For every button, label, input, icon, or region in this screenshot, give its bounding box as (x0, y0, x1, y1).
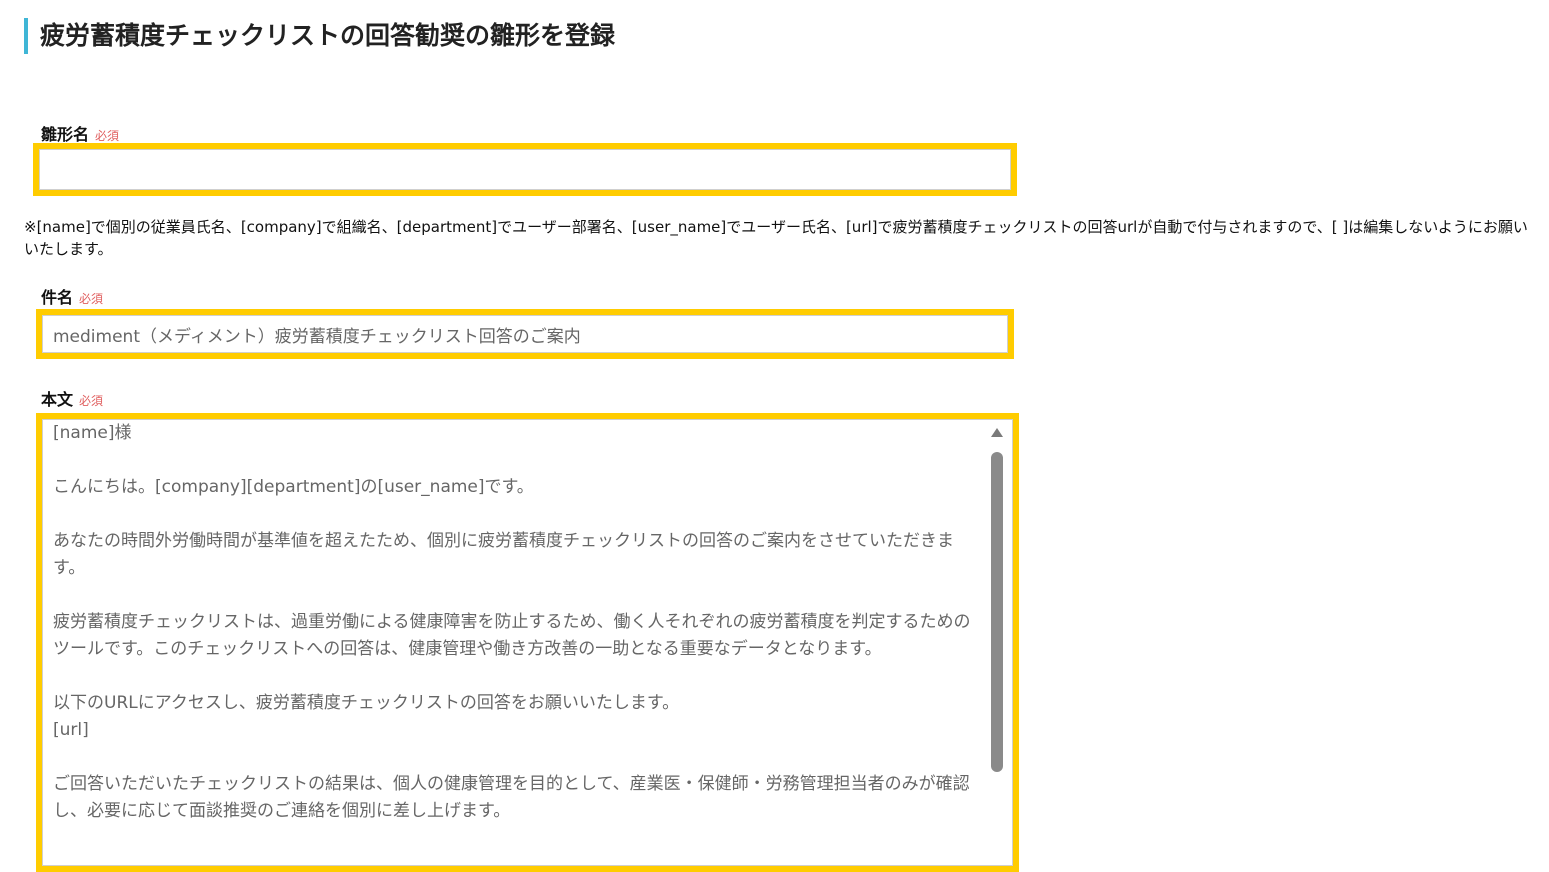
subject-label: 件名 必須 (41, 284, 103, 308)
template-registration-page: 疲労蓄積度チェックリストの回答勧奨の雛形を登録 雛形名 必須 ※[name]で個別… (0, 0, 1549, 872)
subject-input[interactable] (42, 315, 1008, 353)
scroll-up-arrow-icon[interactable] (991, 428, 1003, 437)
subject-label-text: 件名 (41, 288, 74, 307)
required-badge: 必須 (79, 394, 104, 408)
body-line: こんにちは。[company][department]の[user_name]で… (53, 477, 534, 497)
required-badge: 必須 (79, 292, 104, 306)
body-textarea[interactable]: [name]様 こんにちは。[company][department]の[use… (42, 419, 1013, 866)
body-line: [name]様 (53, 423, 132, 443)
body-line: あなたの時間外労働時間が基準値を超えたため、個別に疲労蓄積度チェックリストの回答… (53, 531, 954, 578)
page-title: 疲労蓄積度チェックリストの回答勧奨の雛形を登録 (24, 18, 615, 54)
body-line: [url] (53, 720, 89, 740)
template-name-label: 雛形名 必須 (41, 121, 119, 145)
body-line: 疲労蓄積度チェックリストは、過重労働による健康障害を防止するため、働く人それぞれ… (53, 612, 971, 659)
required-badge: 必須 (95, 129, 120, 143)
body-text: [name]様 こんにちは。[company][department]の[use… (53, 420, 978, 825)
placeholder-note: ※[name]で個別の従業員氏名、[company]で組織名、[departme… (24, 218, 1528, 258)
body-label-text: 本文 (41, 390, 74, 409)
template-name-input[interactable] (39, 149, 1011, 190)
body-line: ご回答いただいたチェックリストの結果は、個人の健康管理を目的として、産業医・保健… (53, 774, 970, 821)
body-line: 以下のURLにアクセスし、疲労蓄積度チェックリストの回答をお願いいたします。 (53, 693, 680, 713)
template-name-highlight (33, 143, 1017, 196)
body-scrollbar[interactable] (988, 420, 1006, 865)
template-name-label-text: 雛形名 (41, 125, 90, 144)
scroll-thumb[interactable] (991, 452, 1003, 772)
body-highlight: [name]様 こんにちは。[company][department]の[use… (36, 413, 1019, 872)
subject-highlight (36, 309, 1014, 359)
body-label: 本文 必須 (41, 386, 103, 410)
